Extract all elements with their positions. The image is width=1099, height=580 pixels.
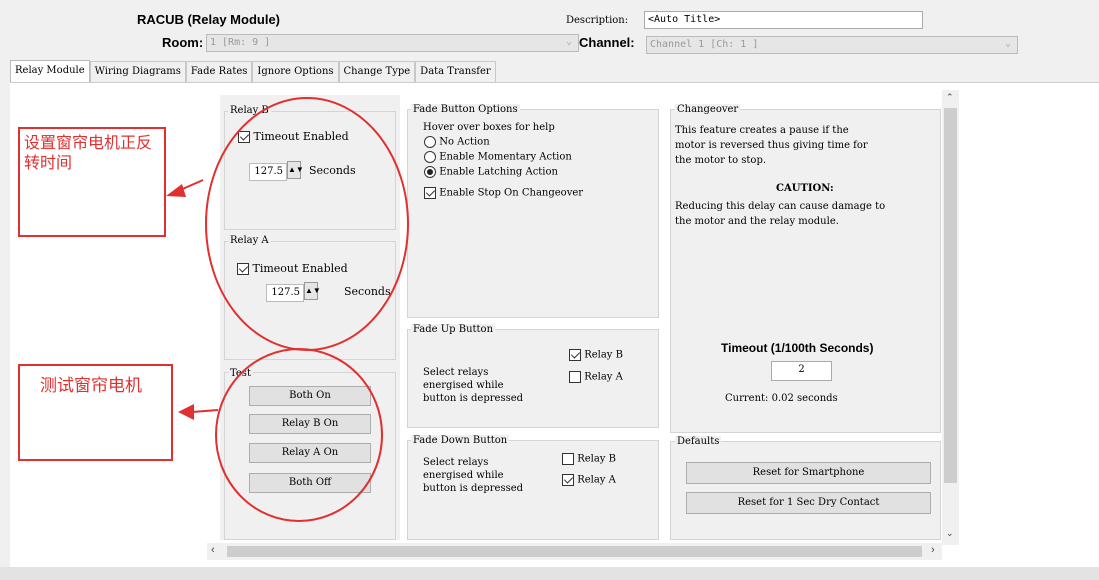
relay-arrow-head (166, 184, 186, 197)
test-arrow-line (191, 409, 219, 413)
test-arrow-head (178, 404, 194, 420)
annotation-overlay (166, 97, 409, 522)
relay-highlight-ellipse (205, 97, 409, 351)
test-highlight-ellipse (215, 348, 383, 522)
